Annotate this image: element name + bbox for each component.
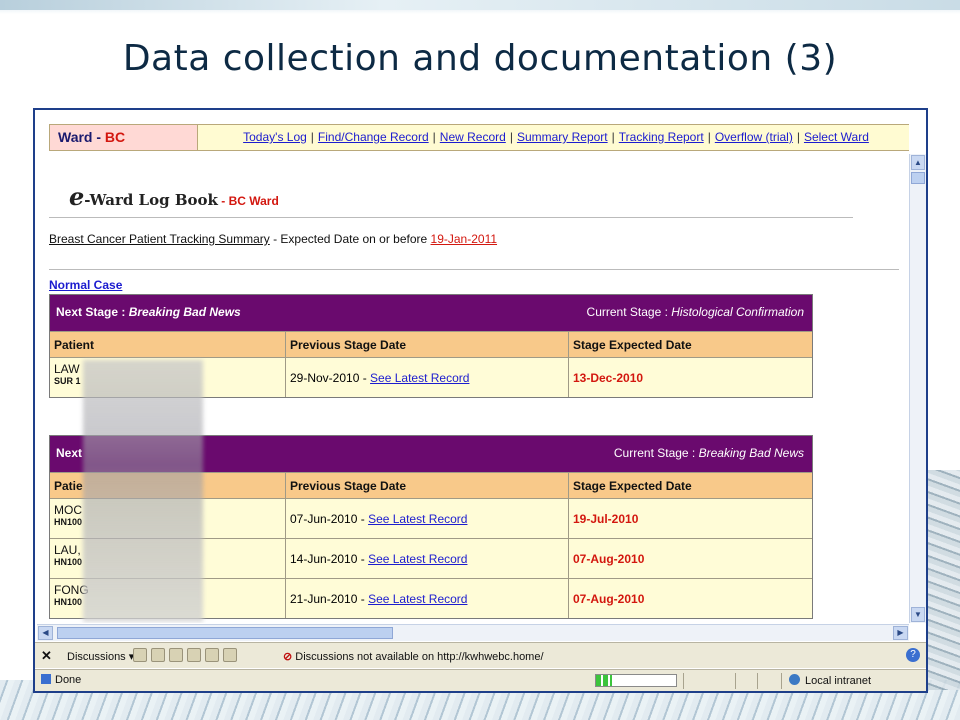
app-logo: e-Ward Log Book - BC Ward [69, 182, 279, 211]
see-latest-record-link[interactable]: See Latest Record [368, 592, 467, 606]
scroll-down-icon[interactable]: ▼ [911, 607, 925, 622]
browser-window: Ward - BC Today's Log | Find/Change Record… [33, 108, 928, 693]
collapse-icon[interactable] [187, 648, 201, 662]
nav-links: Today's Log | Find/Change Record | New Recor… [243, 130, 869, 144]
expand-icon[interactable] [169, 648, 183, 662]
dragon-decoration [928, 470, 960, 690]
no-entry-icon: ⊘ [283, 651, 293, 663]
see-latest-record-link[interactable]: See Latest Record [368, 552, 467, 566]
nav-new-record[interactable]: New Record [440, 130, 506, 144]
discussion-toolbar [133, 648, 237, 662]
ward-prefix: Ward - [58, 129, 105, 145]
nav-summary-report[interactable]: Summary Report [517, 130, 608, 144]
divider [49, 217, 853, 218]
normal-case-link[interactable]: Normal Case [49, 278, 122, 292]
scroll-thumb[interactable] [911, 172, 925, 184]
vertical-scrollbar[interactable]: ▲ ▼ [909, 154, 926, 623]
privacy-blur [83, 360, 203, 622]
scroll-left-icon[interactable]: ◀ [38, 626, 53, 640]
current-stage: Breaking Bad News [698, 446, 804, 460]
expected-date: 19-Jul-2010 [573, 512, 639, 526]
security-zone: Local intranet [789, 674, 871, 687]
status-bar: Done Local intranet [35, 669, 926, 691]
discussions-status: ⊘ Discussions not available on http://kw… [283, 651, 544, 663]
next-stage: Breaking Bad News [128, 305, 241, 319]
see-latest-record-link[interactable]: See Latest Record [368, 512, 467, 526]
close-icon[interactable]: ✕ [41, 648, 52, 664]
divider [49, 269, 899, 270]
slide-top-band [0, 0, 960, 10]
nav-tracking-report[interactable]: Tracking Report [619, 130, 704, 144]
ward-nav-bar: Ward - BC Today's Log | Find/Change Record… [49, 124, 909, 151]
ward-label: Ward - BC [50, 125, 198, 150]
current-stage: Histological Confirmation [671, 305, 804, 319]
nav-overflow-trial[interactable]: Overflow (trial) [715, 130, 793, 144]
progress-bar [595, 674, 677, 687]
summary-heading: Breast Cancer Patient Tracking Summary -… [49, 232, 498, 246]
column-header-row: Patient Previous Stage Date Stage Expect… [50, 331, 812, 357]
scroll-right-icon[interactable]: ▶ [893, 626, 908, 640]
help-icon[interactable]: ? [906, 648, 920, 662]
refresh-icon[interactable] [205, 648, 219, 662]
expected-date: 13-Dec-2010 [573, 371, 644, 385]
summary-date[interactable]: 19-Jan-2011 [431, 232, 498, 246]
progress-fill [596, 675, 612, 686]
horizontal-scrollbar[interactable]: ◀ ▶ [37, 624, 909, 641]
expected-date: 07-Aug-2010 [573, 592, 645, 606]
page-viewport: Ward - BC Today's Log | Find/Change Record… [35, 110, 909, 623]
discussions-menu[interactable]: Discussions ▾ [67, 650, 134, 663]
scroll-thumb[interactable] [57, 627, 393, 639]
see-latest-record-link[interactable]: See Latest Record [370, 371, 469, 385]
insert-discussion-icon[interactable] [133, 648, 147, 662]
slide-title: Data collection and documentation (3) [122, 38, 838, 79]
table-header: Next Stage : Breaking Bad News Current S… [50, 295, 812, 331]
nav-find-change-record[interactable]: Find/Change Record [318, 130, 429, 144]
status-done: Done [41, 674, 81, 686]
expected-date: 07-Aug-2010 [573, 552, 645, 566]
nav-todays-log[interactable]: Today's Log [243, 130, 307, 144]
discussions-bar: ✕ Discussions ▾ ⊘ Discussions not availa… [35, 642, 926, 668]
scroll-up-icon[interactable]: ▲ [911, 155, 925, 170]
ward-code: BC [104, 129, 126, 145]
edit-discussion-icon[interactable] [151, 648, 165, 662]
nav-select-ward[interactable]: Select Ward [804, 130, 869, 144]
show-discussion-icon[interactable] [223, 648, 237, 662]
